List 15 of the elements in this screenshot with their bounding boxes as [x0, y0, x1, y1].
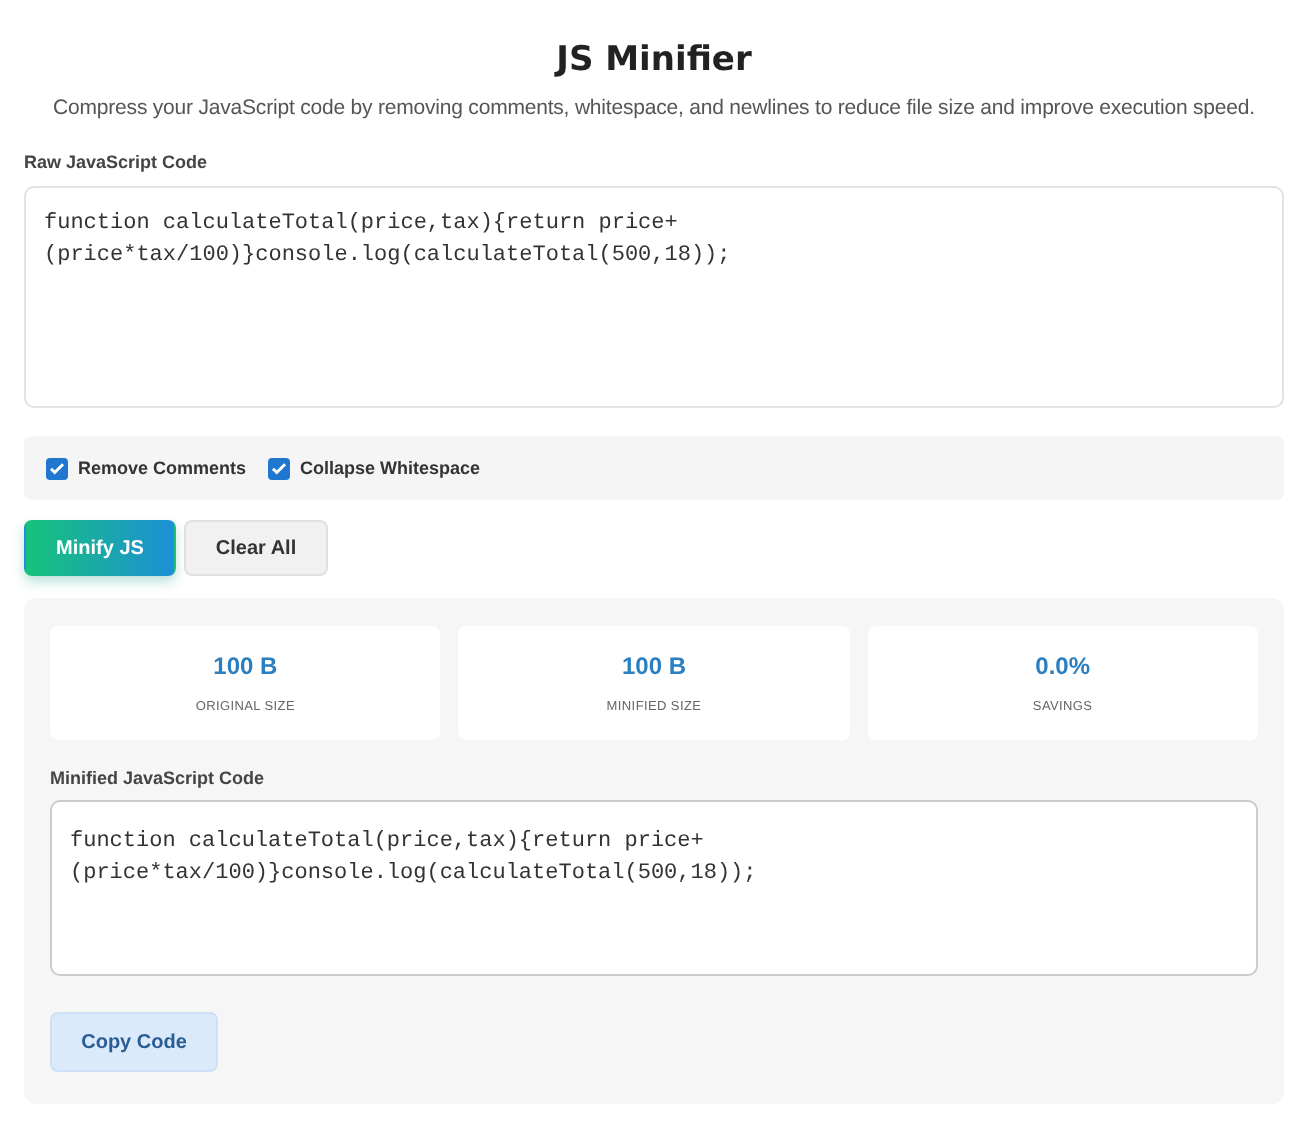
checkbox[interactable]	[268, 457, 291, 479]
page-title: JS Minifier	[552, 40, 754, 80]
page-subtitle: Compress your JavaScript code by removing comments, whitespace, and newlines to reduce file size and improve execution speed.	[51, 96, 1257, 120]
checkbox-label: Remove Comments	[78, 458, 247, 478]
code-input[interactable]: function calculateTotal(price,tax){return price+(price*tax/100)}console.log(calculateTotal(500,18));	[24, 186, 1284, 408]
checkbox-label: Collapse Whitespace	[300, 458, 481, 478]
stat-value: 100 B	[621, 652, 686, 680]
clear-button[interactable]: Clear All	[184, 520, 328, 576]
code-output[interactable]: function calculateTotal(price,tax){return price+(price*tax/100)}console.log(calculateTotal(500,18));	[50, 800, 1258, 976]
checkbox[interactable]	[46, 457, 68, 479]
stat-value: 0.0%	[1035, 652, 1090, 680]
field-label: Minified JavaScript Code	[50, 768, 267, 788]
field-label: Raw JavaScript Code	[24, 152, 210, 172]
copy-button[interactable]: Copy Code	[50, 1012, 218, 1072]
stat-value: 100 B	[213, 652, 278, 680]
